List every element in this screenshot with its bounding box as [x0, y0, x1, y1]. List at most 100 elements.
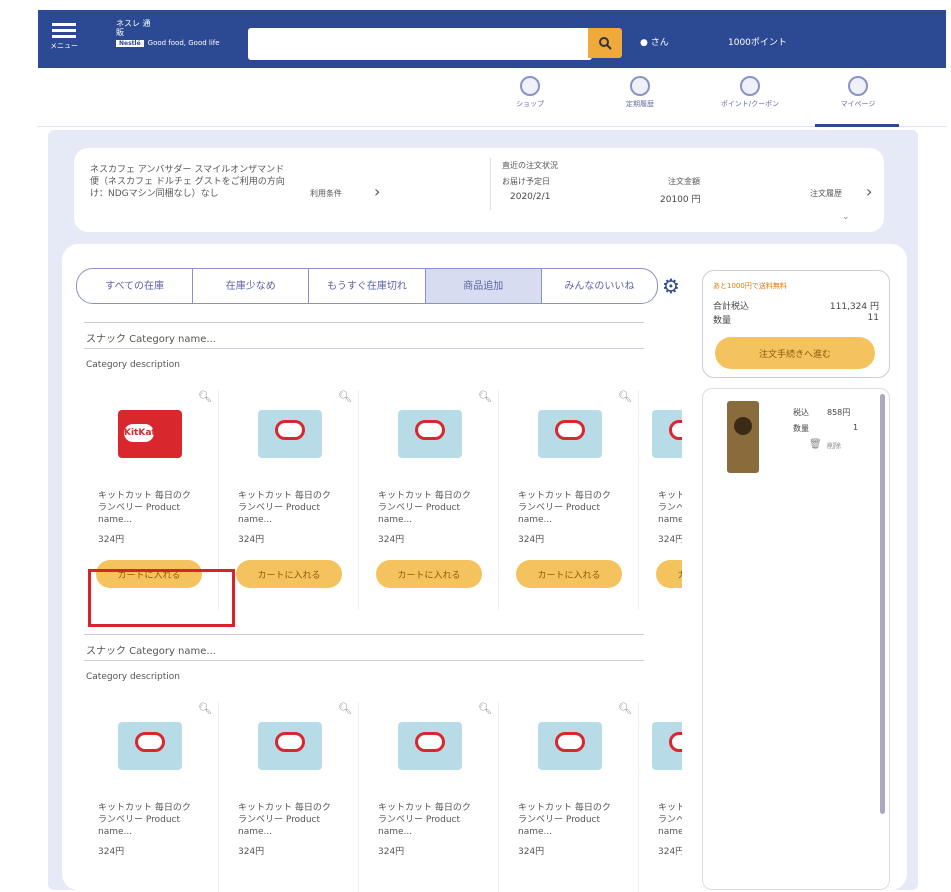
product-price: 324円: [98, 847, 125, 857]
product-card[interactable]: 🔍︎ キットカット 毎日のクランベリー Product name... 324円…: [502, 390, 639, 610]
product-image[interactable]: KitKat: [118, 410, 182, 458]
product-name[interactable]: キットカット 毎日のクランベリー Product name...: [98, 490, 194, 526]
zoom-icon[interactable]: 🔍︎: [478, 390, 492, 403]
gear-icon[interactable]: ⚙: [662, 274, 680, 298]
product-card[interactable]: キットカット 毎日のクランベリー Product name... 324円 カー…: [642, 390, 682, 610]
zoom-icon[interactable]: 🔍︎: [338, 390, 352, 403]
product-price: 324円: [518, 847, 545, 857]
nav-item-history[interactable]: 定期履歴: [600, 76, 680, 109]
product-image[interactable]: [652, 722, 682, 770]
product-price: 324円: [378, 535, 405, 545]
add-to-cart-button[interactable]: カートに入れる: [656, 560, 682, 588]
nav-item-points[interactable]: ポイント/クーポン: [710, 76, 790, 109]
product-image[interactable]: [258, 722, 322, 770]
trash-icon[interactable]: 🗑︎: [809, 439, 822, 450]
product-name[interactable]: キットカット 毎日のクランベリー Product name...: [658, 802, 682, 838]
category-title: スナック Category name...: [86, 334, 216, 345]
product-image[interactable]: [538, 410, 602, 458]
product-name[interactable]: キットカット 毎日のクランベリー Product name...: [518, 802, 614, 838]
product-image[interactable]: [398, 410, 462, 458]
product-card[interactable]: 🔍︎ キットカット 毎日のクランベリー Product name... 324円: [502, 702, 639, 892]
points-icon: [740, 76, 760, 96]
product-image[interactable]: [398, 722, 462, 770]
tab-popular[interactable]: みんなのいいね: [542, 269, 657, 303]
order-history-link[interactable]: 注文履歴: [810, 188, 842, 199]
product-name[interactable]: キットカット 毎日のクランベリー Product name...: [238, 802, 334, 838]
tab-low-stock[interactable]: 在庫少なめ: [193, 269, 310, 303]
product-price: 324円: [98, 535, 125, 545]
chevron-right-icon[interactable]: ›: [866, 182, 872, 201]
product-name[interactable]: キットカット 毎日のクランベリー Product name...: [378, 802, 474, 838]
chevron-right-icon[interactable]: ›: [374, 182, 380, 201]
delete-label[interactable]: 削除: [827, 441, 841, 451]
chevron-down-icon[interactable]: ⌄: [842, 212, 850, 222]
product-image[interactable]: [538, 722, 602, 770]
product-card[interactable]: 🔍︎ キットカット 毎日のクランベリー Product name... 324円: [222, 702, 359, 892]
search-button[interactable]: [588, 28, 622, 58]
menu-button[interactable]: メニュー: [50, 20, 78, 51]
hamburger-icon: [52, 23, 76, 26]
product-image[interactable]: [258, 410, 322, 458]
nav-item-shop[interactable]: ショップ: [490, 76, 570, 109]
add-to-cart-button[interactable]: カートに入れる: [376, 560, 482, 588]
filter-tabs: すべての在庫 在庫少なめ もうすぐ在庫切れ 商品追加 みんなのいいね: [76, 268, 658, 304]
product-price: 324円: [378, 847, 405, 857]
quantity-value: 11: [867, 313, 879, 323]
quantity-label: 数量: [713, 316, 732, 326]
product-card[interactable]: 🔍︎ キットカット 毎日のクランベリー Product name... 324円…: [362, 390, 499, 610]
total-label: 合計税込: [713, 302, 750, 312]
cart-item-price-label: 税込: [793, 408, 809, 417]
nav-item-mypage[interactable]: マイページ: [818, 76, 898, 109]
cart-panel: 税込 858円 数量 1 🗑︎ 削除: [702, 388, 890, 890]
nestle-logo: Nestlé: [116, 40, 144, 47]
product-panel: すべての在庫 在庫少なめ もうすぐ在庫切れ 商品追加 みんなのいいね ⚙ スナッ…: [62, 244, 907, 892]
product-row: 🔍︎ キットカット 毎日のクランベリー Product name... 324円…: [82, 702, 682, 892]
add-to-cart-button[interactable]: カートに入れる: [236, 560, 342, 588]
zoom-icon[interactable]: 🔍︎: [338, 702, 352, 715]
category-title: スナック Category name...: [86, 646, 216, 657]
product-card[interactable]: 🔍︎ キットカット 毎日のクランベリー Product name... 324円: [82, 702, 219, 892]
checkout-button[interactable]: 注文手続きへ進む: [715, 337, 875, 369]
menu-label: メニュー: [50, 42, 78, 50]
active-nav-indicator: [815, 124, 899, 127]
product-name[interactable]: キットカット 毎日のクランベリー Product name...: [98, 802, 194, 838]
terms-link[interactable]: 利用条件: [310, 188, 342, 199]
product-image[interactable]: [118, 722, 182, 770]
tab-add-product[interactable]: 商品追加: [425, 269, 542, 303]
zoom-icon[interactable]: 🔍︎: [618, 390, 632, 403]
tab-almost-out[interactable]: もうすぐ在庫切れ: [309, 269, 426, 303]
add-to-cart-button[interactable]: カートに入れる: [516, 560, 622, 588]
tagline: Good food, Good life: [147, 39, 220, 47]
tab-all-stock[interactable]: すべての在庫: [77, 269, 194, 303]
zoom-icon[interactable]: 🔍︎: [198, 702, 212, 715]
product-name[interactable]: キットカット 毎日のクランベリー Product name...: [378, 490, 474, 526]
subscription-info-card: ネスカフェ アンバサダー スマイルオンザマンド便（ネスカフェ ドルチェ グストを…: [74, 148, 884, 232]
product-card[interactable]: キットカット 毎日のクランベリー Product name... 324円: [642, 702, 682, 892]
divider: [490, 158, 491, 210]
product-card[interactable]: 🔍︎ キットカット 毎日のクランベリー Product name... 324円: [362, 702, 499, 892]
search-input[interactable]: [248, 28, 592, 60]
cart-item-qty[interactable]: 1: [853, 423, 858, 432]
product-name[interactable]: キットカット 毎日のクランベリー Product name...: [518, 490, 614, 526]
product-image[interactable]: [652, 410, 682, 458]
user-name[interactable]: ● さん: [640, 35, 669, 48]
cart-item-qty-label: 数量: [793, 424, 809, 433]
history-icon: [630, 76, 650, 96]
product-name[interactable]: キットカット 毎日のクランベリー Product name...: [658, 490, 682, 526]
divider: [84, 348, 644, 349]
order-status-title: 直近の注文状況: [502, 161, 558, 170]
category-description: Category description: [86, 360, 181, 370]
zoom-icon[interactable]: 🔍︎: [198, 390, 212, 403]
zoom-icon[interactable]: 🔍︎: [478, 702, 492, 715]
product-name[interactable]: キットカット 毎日のクランベリー Product name...: [238, 490, 334, 526]
cart-item-image[interactable]: [727, 401, 759, 473]
product-price: 324円: [658, 535, 682, 545]
highlight-box: [88, 569, 235, 627]
points-balance[interactable]: 1000ポイント: [728, 35, 787, 48]
zoom-icon[interactable]: 🔍︎: [618, 702, 632, 715]
divider: [84, 322, 644, 323]
scrollbar[interactable]: [880, 394, 885, 814]
product-price: 324円: [238, 535, 265, 545]
product-card[interactable]: 🔍︎ キットカット 毎日のクランベリー Product name... 324円…: [222, 390, 359, 610]
cart-item-price: 858円: [827, 408, 851, 417]
